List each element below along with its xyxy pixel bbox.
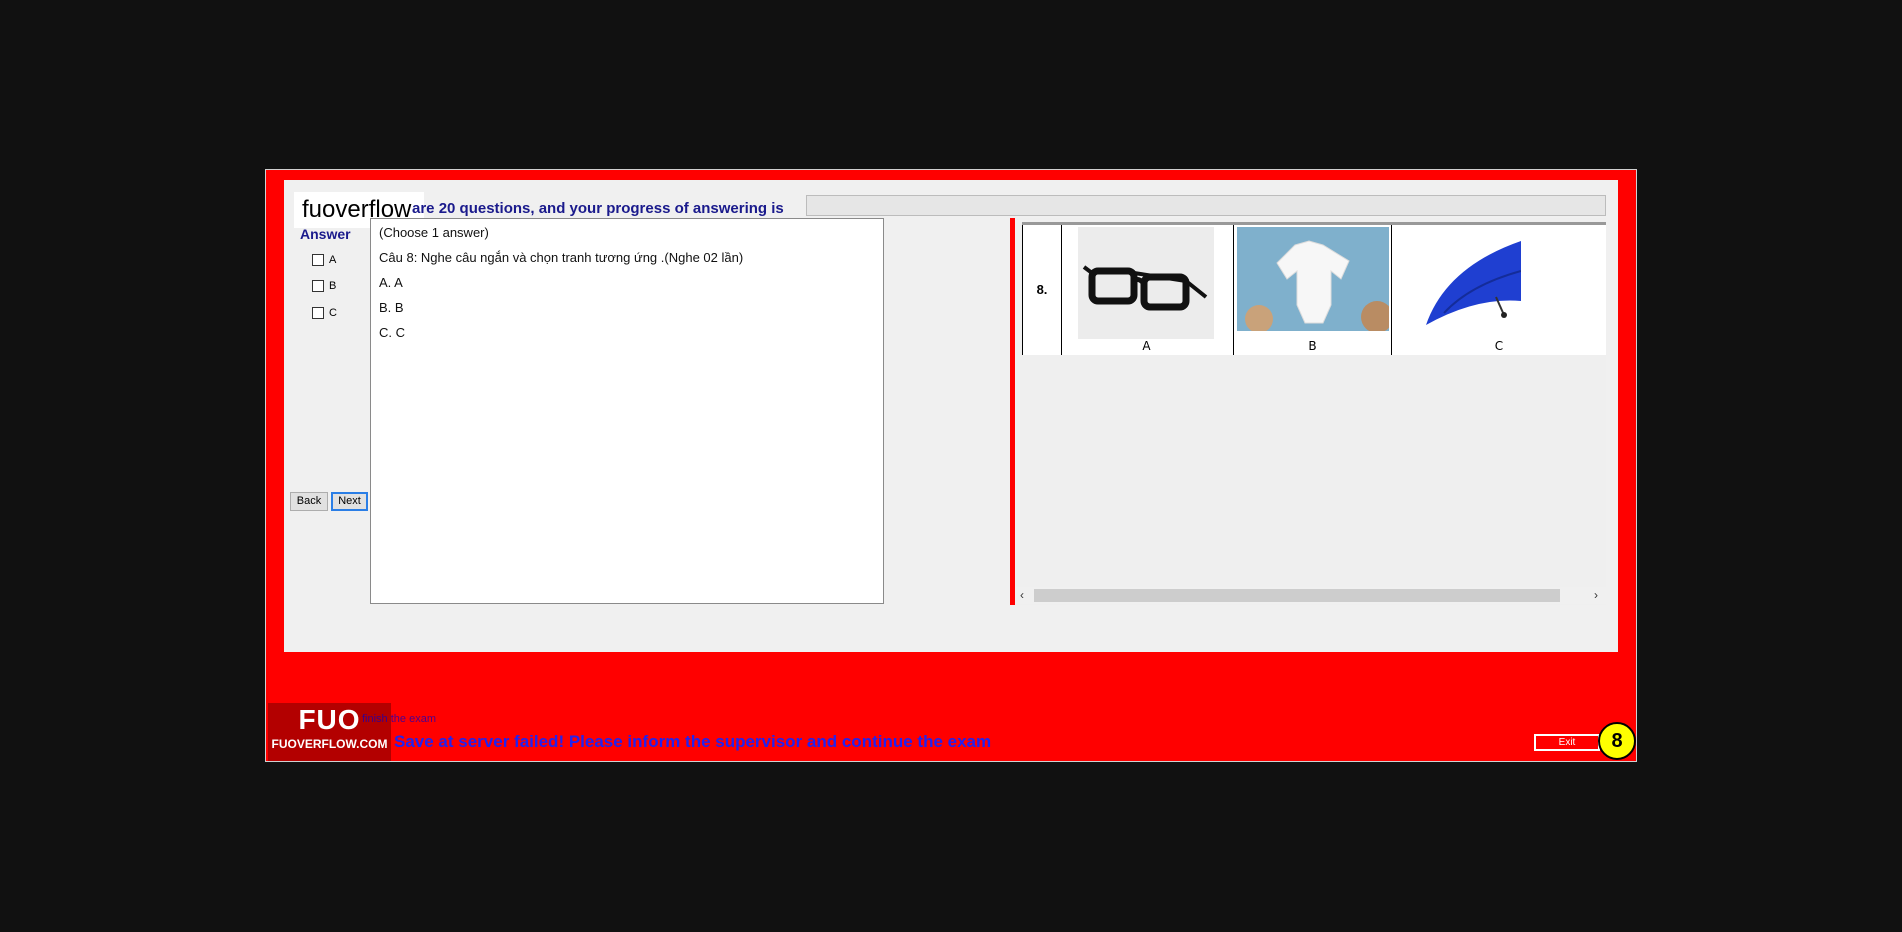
image-cell-b: B [1234, 225, 1392, 355]
fuoverflow-logo: FUO FUOVERFLOW.COM [268, 703, 391, 761]
option-label-b: B [329, 280, 337, 292]
back-button[interactable]: Back [290, 492, 328, 511]
progress-text: are 20 questions, and your progress of a… [412, 200, 784, 217]
question-instruction: (Choose 1 answer) [379, 225, 489, 240]
choice-a: A. A [379, 275, 403, 290]
logo-url: FUOVERFLOW.COM [271, 737, 388, 751]
progress-bar [806, 195, 1606, 216]
caption-b: B [1308, 339, 1317, 353]
image-cell-a: A [1060, 225, 1234, 355]
answer-option-a[interactable]: A [312, 254, 336, 266]
question-number-cell: 8. [1022, 225, 1062, 355]
exam-content-area: fuoverflow are 20 questions, and your pr… [284, 180, 1618, 652]
checkbox-a[interactable] [312, 254, 324, 266]
question-panel: (Choose 1 answer) Câu 8: Nghe câu ngắn v… [370, 218, 884, 604]
scrollbar-thumb[interactable] [1034, 589, 1560, 602]
checkbox-b[interactable] [312, 280, 324, 292]
panel-divider[interactable] [1010, 218, 1015, 605]
checkbox-c[interactable] [312, 307, 324, 319]
next-button[interactable]: Next [331, 492, 368, 511]
scroll-right-icon[interactable]: › [1594, 587, 1598, 604]
glasses-image [1078, 227, 1214, 339]
exit-button[interactable]: Exit [1534, 734, 1600, 751]
umbrella-image [1396, 227, 1521, 331]
exam-window: fuoverflow are 20 questions, and your pr… [265, 169, 1637, 762]
baby-onesie-image [1237, 227, 1389, 331]
caption-c: C [1494, 339, 1504, 353]
image-panel: 8. A B C ‹ › [1016, 218, 1606, 605]
finish-exam-text[interactable]: finish the exam [362, 713, 436, 725]
choice-b: B. B [379, 300, 404, 315]
status-message: Save at server failed! Please inform the… [394, 732, 992, 751]
scroll-left-icon[interactable]: ‹ [1020, 587, 1024, 604]
answer-option-c[interactable]: C [312, 307, 337, 319]
image-table: 8. A B C [1022, 222, 1606, 355]
answer-title: Answer [300, 226, 351, 242]
horizontal-scrollbar[interactable]: ‹ › [1016, 587, 1606, 604]
question-prompt: Câu 8: Nghe câu ngắn và chọn tranh tương… [379, 250, 744, 265]
image-cell-c: C [1392, 225, 1606, 355]
answer-option-b[interactable]: B [312, 280, 336, 292]
option-label-a: A [329, 254, 337, 266]
option-label-c: C [329, 307, 337, 319]
choice-c: C. C [379, 325, 405, 340]
caption-a: A [1142, 339, 1151, 353]
answer-panel: Answer A B C Back Next [284, 220, 369, 610]
question-number-badge: 8 [1598, 722, 1636, 760]
